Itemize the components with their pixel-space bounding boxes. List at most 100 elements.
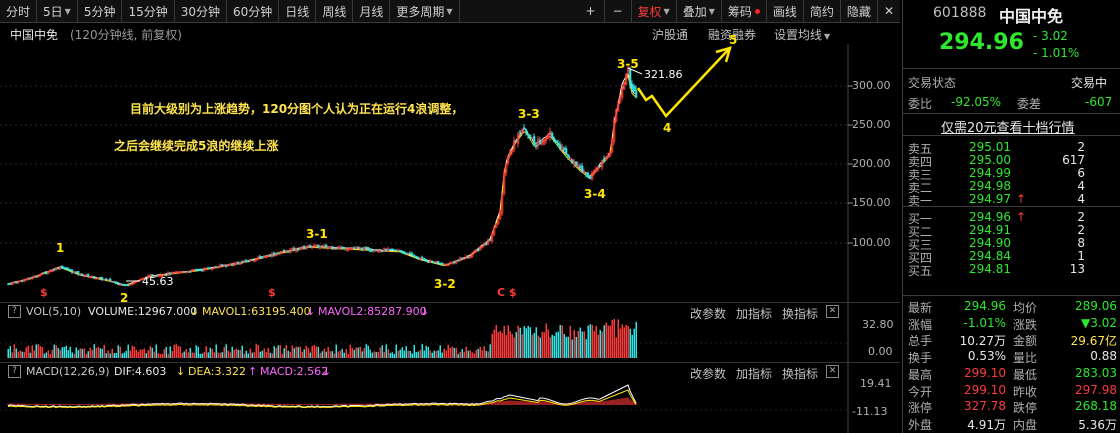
volume-bar [255, 344, 257, 358]
volume-bar [71, 352, 73, 358]
volume-bar [573, 330, 575, 358]
candle-body [65, 267, 68, 269]
volume-bar [419, 350, 421, 358]
bid-row[interactable]: 买五 294.81 13 [903, 261, 1120, 278]
volume-bar [291, 345, 293, 358]
volume-bar [423, 350, 425, 358]
volume-bar [523, 326, 525, 358]
candle-body [411, 253, 414, 256]
switch-indicator-button[interactable]: 换指标 [782, 305, 818, 322]
candle-body [183, 271, 186, 273]
candle-body [403, 251, 406, 254]
mavol2-value: MAVOL2:85287.900 [318, 305, 427, 318]
volume-bar [527, 325, 529, 358]
add-indicator-button[interactable]: 加指标 [736, 305, 772, 322]
volume-bar [631, 334, 633, 358]
stat-value: 299.10 [964, 365, 1006, 380]
volume-bar [231, 346, 233, 358]
help-icon[interactable]: ? [8, 365, 21, 378]
candle-body [287, 250, 290, 253]
volume-bar [413, 344, 415, 358]
volume-bar [137, 351, 139, 358]
edit-params-button[interactable]: 改参数 [690, 305, 726, 322]
candle-body [559, 144, 562, 150]
volume-bar [429, 350, 431, 358]
volume-bar [347, 353, 349, 358]
volume-bar [543, 332, 545, 358]
candle-body [237, 262, 240, 265]
stat-label: 涨幅 [908, 317, 933, 332]
candle-body [405, 252, 408, 255]
candle-body [109, 278, 112, 282]
candle-body [519, 131, 522, 134]
volume-bar [197, 346, 199, 358]
volume-bar [55, 345, 57, 358]
volume-bar [391, 352, 393, 358]
volume-bar [509, 331, 511, 358]
volume-bar [359, 346, 361, 358]
stat-row: 换手 0.53% 量比 0.88 [903, 348, 1120, 365]
candle-body [425, 259, 428, 262]
close-icon[interactable]: ✕ [826, 305, 839, 318]
divider [903, 135, 1120, 136]
volume-bar [339, 350, 341, 358]
volume-bar [505, 335, 507, 358]
volume-bar [243, 353, 245, 358]
event-marker[interactable]: $ [40, 286, 48, 299]
volume-bar [617, 319, 619, 358]
volume-bar [103, 344, 105, 358]
volume-bar [471, 352, 473, 358]
candle-body [113, 281, 116, 283]
help-icon[interactable]: ? [8, 305, 21, 318]
candle-body [555, 140, 558, 143]
volume-bar [469, 350, 471, 358]
candle-body [189, 271, 192, 273]
candle-body [101, 277, 104, 281]
candle-body [115, 281, 118, 284]
volume-bar [599, 330, 601, 358]
edit-params-button[interactable]: 改参数 [690, 365, 726, 382]
candle-body [539, 140, 542, 145]
mavol1-value: MAVOL1:63195.400 [202, 305, 311, 318]
candle-body [417, 257, 420, 260]
add-indicator-button[interactable]: 加指标 [736, 365, 772, 382]
volume-bar [353, 349, 355, 358]
volume-bar [455, 348, 457, 358]
stock-code: 601888 [933, 5, 987, 21]
volume-bar [183, 351, 185, 358]
volume-bar [267, 347, 269, 358]
event-marker[interactable]: $ [268, 286, 276, 299]
volume-bar [445, 350, 447, 358]
order-diff-value: -607 [1085, 95, 1113, 109]
volume-bar [261, 350, 263, 358]
volume-bar [497, 332, 499, 358]
close-icon[interactable]: ✕ [826, 365, 839, 378]
volume-bar [457, 353, 459, 358]
volume-bar [109, 353, 111, 358]
event-marker[interactable]: C $ [497, 286, 517, 299]
wave-label-5: 5 [729, 33, 737, 47]
down-arrow-icon: ↓ [176, 365, 186, 378]
volume-bar [427, 346, 429, 358]
switch-indicator-button[interactable]: 换指标 [782, 365, 818, 382]
stat-value: -1.01% [963, 315, 1006, 330]
ask-row[interactable]: 卖一 294.97 ↑ 4 [903, 191, 1120, 208]
vol-axis-tick: 0.00 [868, 345, 893, 358]
volume-bar [287, 350, 289, 358]
volume-bar [217, 352, 219, 358]
volume-bar [399, 349, 401, 358]
level2-quote-link[interactable]: 仅需20元查看十档行情 [941, 117, 1075, 136]
volume-bar [229, 352, 231, 358]
volume-bar [141, 349, 143, 358]
volume-bar [245, 350, 247, 358]
candle-body [415, 256, 418, 258]
volume-bar [499, 330, 501, 358]
volume-bar [185, 349, 187, 358]
volume-bar [489, 344, 491, 358]
volume-bar [341, 348, 343, 358]
candle-body [261, 256, 264, 259]
volume-bar [257, 345, 259, 358]
volume-bar [237, 349, 239, 358]
candle-body [277, 252, 280, 255]
volume-bar [113, 353, 115, 358]
